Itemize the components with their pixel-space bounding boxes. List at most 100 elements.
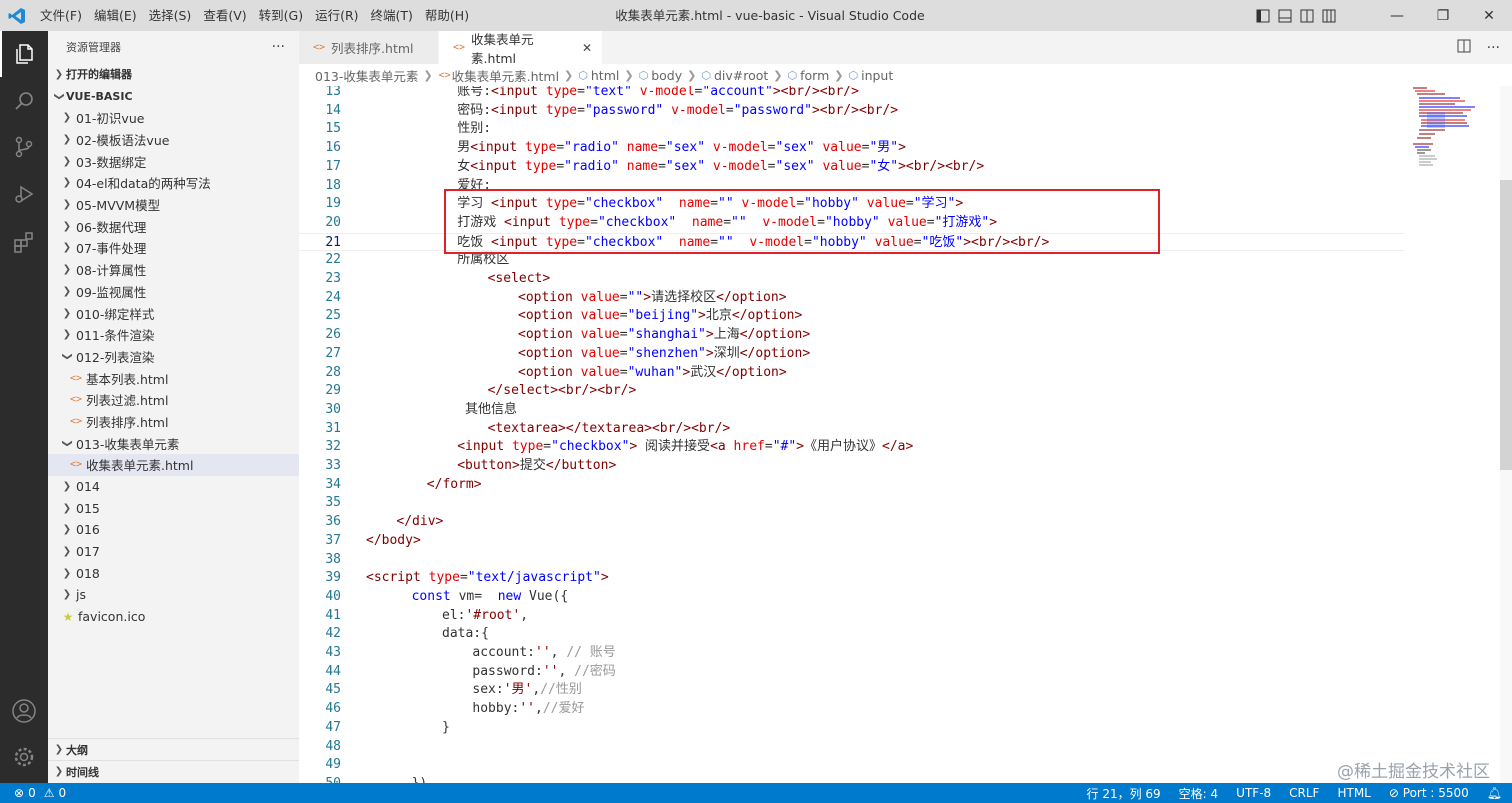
code-line[interactable]: 17 女<input type="radio" name="sex" v-mode… xyxy=(299,158,1404,177)
code-line[interactable]: 45 sex:'男',//性别 xyxy=(299,681,1404,700)
split-editor-icon[interactable] xyxy=(1457,39,1471,57)
code-line[interactable]: 31 <textarea></textarea><br/><br/> xyxy=(299,420,1404,439)
toggle-panel-icon[interactable] xyxy=(1277,8,1293,24)
code-line[interactable]: 22 所属校区 xyxy=(299,251,1404,270)
code-line[interactable]: 30 其他信息 xyxy=(299,401,1404,420)
code-line[interactable]: 49 xyxy=(299,756,1404,775)
tree-folder[interactable]: ❯ 013-收集表单元素 xyxy=(48,432,299,454)
tree-folder[interactable]: ❯ 017 xyxy=(48,541,299,563)
tree-file[interactable]: <> 收集表单元素.html xyxy=(48,454,299,476)
close-tab-icon[interactable]: ✕ xyxy=(582,41,592,55)
problems-indicator[interactable]: ⊗ 0 ⚠ 0 xyxy=(0,786,66,800)
code-line[interactable]: 20 打游戏 <input type="checkbox" name="" v-m… xyxy=(299,214,1404,233)
code-line[interactable]: 13 账号:<input type="text" v-model="account… xyxy=(299,86,1404,102)
menu-item[interactable]: 帮助(H) xyxy=(419,0,475,31)
language-mode[interactable]: HTML xyxy=(1337,786,1370,800)
tree-folder[interactable]: ❯ 09-监视属性 xyxy=(48,281,299,303)
account-icon[interactable] xyxy=(0,688,48,734)
code-line[interactable]: 39 <script type="text/javascript"> xyxy=(299,569,1404,588)
tree-file[interactable]: <> 列表排序.html xyxy=(48,411,299,433)
restore-icon[interactable]: ❐ xyxy=(1420,0,1466,31)
open-editors-section[interactable]: ❯ 打开的编辑器 xyxy=(48,63,299,85)
code-line[interactable]: 42 data:{ xyxy=(299,625,1404,644)
cursor-position[interactable]: 行 21，列 69 xyxy=(1087,785,1161,802)
menu-item[interactable]: 选择(S) xyxy=(143,0,198,31)
code-line[interactable]: 32 <input type="checkbox"> 阅读并接受<a href="… xyxy=(299,438,1404,457)
search-icon[interactable] xyxy=(0,78,48,124)
breadcrumb-item[interactable]: 013-收集表单元素 xyxy=(315,66,418,85)
encoding[interactable]: UTF-8 xyxy=(1236,786,1271,800)
tree-folder[interactable]: ❯ 01-初识vue xyxy=(48,107,299,129)
menu-item[interactable]: 运行(R) xyxy=(309,0,364,31)
minimize-icon[interactable]: — xyxy=(1374,0,1420,31)
breadcrumb-item[interactable]: input xyxy=(861,68,893,83)
code-line[interactable]: 48 xyxy=(299,738,1404,757)
settings-gear-icon[interactable] xyxy=(0,734,48,780)
code-line[interactable]: 24 <option value="">请选择校区</option> xyxy=(299,289,1404,308)
tree-folder[interactable]: ❯ 03-数据绑定 xyxy=(48,150,299,172)
explorer-icon[interactable] xyxy=(0,31,48,77)
tree-folder[interactable]: ❯ 05-MVVM模型 xyxy=(48,194,299,216)
code-line[interactable]: 43 account:'', // 账号 xyxy=(299,644,1404,663)
minimap[interactable] xyxy=(1405,86,1500,783)
code-line[interactable]: 34 </form> xyxy=(299,476,1404,495)
tree-folder[interactable]: ❯ 08-计算属性 xyxy=(48,259,299,281)
code-line[interactable]: 44 password:'', //密码 xyxy=(299,663,1404,682)
code-line[interactable]: 18 爱好: xyxy=(299,177,1404,196)
breadcrumb-item[interactable]: div#root xyxy=(714,68,768,83)
extensions-icon[interactable] xyxy=(0,219,48,265)
code-line[interactable]: 16 男<input type="radio" name="sex" v-mode… xyxy=(299,139,1404,158)
code-editor[interactable]: 13 账号:<input type="text" v-model="account… xyxy=(299,86,1512,783)
code-line[interactable]: 38 xyxy=(299,551,1404,570)
menu-item[interactable]: 查看(V) xyxy=(197,0,252,31)
scrollbar-thumb[interactable] xyxy=(1500,180,1512,470)
code-line[interactable]: 36 </div> xyxy=(299,513,1404,532)
tree-folder[interactable]: ❯ 012-列表渲染 xyxy=(48,346,299,368)
live-server-port[interactable]: ⊘ Port : 5500 xyxy=(1389,786,1469,800)
tree-file[interactable]: ★ favicon.ico xyxy=(48,606,299,628)
menu-item[interactable]: 终端(T) xyxy=(365,0,419,31)
tree-folder[interactable]: ❯ 015 xyxy=(48,497,299,519)
code-line[interactable]: 26 <option value="shanghai">上海</option> xyxy=(299,326,1404,345)
notifications-bell-icon[interactable]: 🔔︎ xyxy=(1487,786,1502,800)
tree-file[interactable]: <> 列表过滤.html xyxy=(48,389,299,411)
tree-folder[interactable]: ❯ js xyxy=(48,584,299,606)
tree-folder[interactable]: ❯ 04-el和data的两种写法 xyxy=(48,172,299,194)
code-line[interactable]: 14 密码:<input type="password" v-model="pas… xyxy=(299,102,1404,121)
code-line[interactable]: 41 el:'#root', xyxy=(299,607,1404,626)
code-line[interactable]: 35 xyxy=(299,494,1404,513)
code-line[interactable]: 37 </body> xyxy=(299,532,1404,551)
indentation[interactable]: 空格: 4 xyxy=(1179,785,1219,802)
close-window-icon[interactable]: ✕ xyxy=(1466,0,1512,31)
end-of-line[interactable]: CRLF xyxy=(1289,786,1319,800)
tree-folder[interactable]: ❯ 011-条件渲染 xyxy=(48,324,299,346)
breadcrumb-item[interactable]: body xyxy=(651,68,682,83)
tab-collect-form[interactable]: <> 收集表单元素.html ✕ xyxy=(439,31,602,66)
code-line[interactable]: 33 <button>提交</button> xyxy=(299,457,1404,476)
tree-folder[interactable]: ❯ 07-事件处理 xyxy=(48,237,299,259)
code-line[interactable]: 46 hobby:'',//爱好 xyxy=(299,700,1404,719)
source-control-icon[interactable] xyxy=(0,124,48,170)
tree-file[interactable]: <> 基本列表.html xyxy=(48,367,299,389)
code-line[interactable]: 50}) xyxy=(299,775,1404,783)
tree-folder[interactable]: ❯ 014 xyxy=(48,476,299,498)
tab-list-sort[interactable]: <> 列表排序.html xyxy=(299,31,439,64)
code-line[interactable]: 19 学习 <input type="checkbox" name="" v-mo… xyxy=(299,195,1404,214)
toggle-secondary-sidebar-icon[interactable] xyxy=(1299,8,1315,24)
code-line[interactable]: 21 吃饭 <input type="checkbox" name="" v-mo… xyxy=(299,232,1404,252)
breadcrumb-item[interactable]: html xyxy=(591,68,619,83)
workspace-root-section[interactable]: ❯ VUE-BASIC xyxy=(48,85,299,107)
code-line[interactable]: 40 const vm= new Vue({ xyxy=(299,588,1404,607)
run-debug-icon[interactable] xyxy=(0,171,48,217)
code-line[interactable]: 28 <option value="wuhan">武汉</option> xyxy=(299,364,1404,383)
tree-folder[interactable]: ❯ 06-数据代理 xyxy=(48,215,299,237)
menu-item[interactable]: 文件(F) xyxy=(34,0,88,31)
tree-folder[interactable]: ❯ 018 xyxy=(48,562,299,584)
code-line[interactable]: 27 <option value="shenzhen">深圳</option> xyxy=(299,345,1404,364)
code-line[interactable]: 29 </select><br/><br/> xyxy=(299,382,1404,401)
toggle-primary-sidebar-icon[interactable] xyxy=(1255,8,1271,24)
code-line[interactable]: 23 <select> xyxy=(299,270,1404,289)
tree-folder[interactable]: ❯ 02-模板语法vue xyxy=(48,129,299,151)
menu-item[interactable]: 编辑(E) xyxy=(88,0,143,31)
timeline-section[interactable]: ❯ 时间线 xyxy=(48,760,299,782)
